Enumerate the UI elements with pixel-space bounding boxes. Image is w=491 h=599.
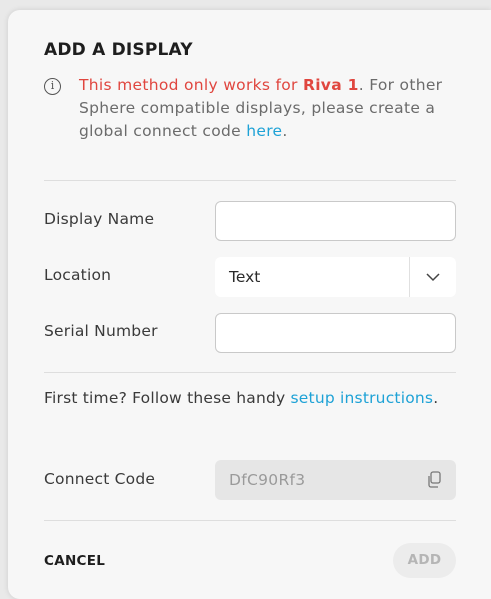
info-device: Riva 1 — [302, 76, 359, 94]
divider — [44, 180, 456, 181]
display-name-input[interactable] — [215, 201, 456, 241]
setup-instructions-link[interactable]: setup instructions — [291, 389, 434, 407]
location-value: Text — [229, 268, 261, 286]
setup-text: First time? Follow these handy setup ins… — [44, 386, 444, 410]
setup-prefix: First time? Follow these handy — [44, 389, 291, 407]
serial-number-label: Serial Number — [44, 322, 158, 340]
connect-code-value: DfC90Rf3 — [229, 471, 306, 489]
location-select[interactable]: Text — [215, 257, 456, 297]
cancel-button[interactable]: CANCEL — [44, 553, 105, 569]
add-button[interactable]: ADD — [393, 543, 456, 578]
info-here-link[interactable]: here — [246, 122, 282, 140]
add-display-dialog: ADD A DISPLAY i This method only works f… — [8, 10, 491, 599]
chevron-down-icon[interactable] — [410, 257, 456, 297]
setup-suffix: . — [433, 389, 439, 407]
connect-code-field: DfC90Rf3 — [215, 460, 456, 500]
info-prefix: This method only works for — [79, 76, 303, 94]
info-suffix: . — [282, 122, 288, 140]
location-label: Location — [44, 266, 112, 284]
info-message: i This method only works for Riva 1. For… — [44, 74, 464, 143]
dialog-title: ADD A DISPLAY — [44, 40, 193, 60]
divider — [44, 520, 456, 521]
info-icon: i — [44, 78, 61, 95]
display-name-label: Display Name — [44, 210, 155, 228]
serial-number-input[interactable] — [215, 313, 456, 353]
divider — [44, 372, 456, 373]
info-text: This method only works for Riva 1. For o… — [79, 74, 464, 143]
copy-icon[interactable] — [426, 471, 442, 489]
connect-code-label: Connect Code — [44, 470, 156, 488]
